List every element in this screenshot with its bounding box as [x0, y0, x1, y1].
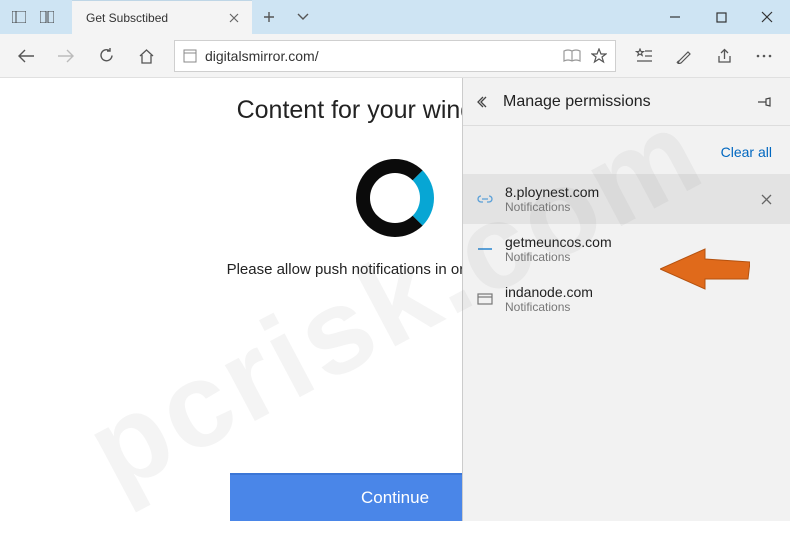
- permission-item[interactable]: getmeuncos.com Notifications: [463, 224, 790, 274]
- address-bar[interactable]: digitalsmirror.com/: [174, 40, 616, 72]
- address-right-icons: [563, 48, 607, 64]
- titlebar-left-buttons: [0, 0, 66, 34]
- permission-text: getmeuncos.com Notifications: [505, 234, 778, 264]
- content-area: Content for your windows 10 Please allow…: [0, 78, 790, 521]
- permission-item[interactable]: 8.ploynest.com Notifications: [463, 174, 790, 224]
- close-tab-icon[interactable]: [226, 10, 242, 26]
- close-window-button[interactable]: [744, 0, 790, 34]
- back-button[interactable]: [8, 38, 44, 74]
- permission-text: 8.ploynest.com Notifications: [505, 184, 744, 214]
- pin-icon[interactable]: [750, 87, 780, 117]
- browser-tab[interactable]: Get Subsctibed: [72, 0, 252, 34]
- panel-back-button[interactable]: [469, 87, 499, 117]
- panel-header: Manage permissions: [463, 78, 790, 126]
- permission-list: 8.ploynest.com Notifications getmeuncos.…: [463, 174, 790, 324]
- minimize-button[interactable]: [652, 0, 698, 34]
- permissions-panel: Manage permissions Clear all 8.ploynest.…: [462, 78, 790, 521]
- sidebar-toggle-icon[interactable]: [6, 5, 32, 29]
- link-icon: [475, 189, 495, 209]
- panel-title: Manage permissions: [503, 93, 750, 111]
- remove-permission-button[interactable]: [754, 187, 778, 211]
- favorites-list-icon[interactable]: [626, 38, 662, 74]
- titlebar-spacer: [320, 0, 652, 34]
- address-text: digitalsmirror.com/: [205, 48, 563, 64]
- panels-toggle-icon[interactable]: [34, 5, 60, 29]
- maximize-button[interactable]: [698, 0, 744, 34]
- home-button[interactable]: [128, 38, 164, 74]
- browser-toolbar: digitalsmirror.com/: [0, 34, 790, 78]
- permission-domain: indanode.com: [505, 284, 778, 300]
- permission-domain: getmeuncos.com: [505, 234, 778, 250]
- permission-item[interactable]: indanode.com Notifications: [463, 274, 790, 324]
- share-icon[interactable]: [706, 38, 742, 74]
- clear-all-link[interactable]: Clear all: [721, 144, 772, 160]
- permission-subtitle: Notifications: [505, 250, 778, 264]
- tab-overflow-icon[interactable]: [286, 0, 320, 34]
- spinner-icon: [356, 159, 434, 237]
- permission-subtitle: Notifications: [505, 200, 744, 214]
- window-titlebar: Get Subsctibed: [0, 0, 790, 34]
- reading-view-icon[interactable]: [563, 49, 581, 63]
- clear-all-row: Clear all: [463, 126, 790, 174]
- notes-icon[interactable]: [666, 38, 702, 74]
- permission-subtitle: Notifications: [505, 300, 778, 314]
- dash-icon: [475, 239, 495, 259]
- favorite-icon[interactable]: [591, 48, 607, 64]
- tab-actions: [252, 0, 320, 34]
- new-tab-button[interactable]: [252, 0, 286, 34]
- window-controls: [652, 0, 790, 34]
- permission-domain: 8.ploynest.com: [505, 184, 744, 200]
- permission-text: indanode.com Notifications: [505, 284, 778, 314]
- more-icon[interactable]: [746, 38, 782, 74]
- tab-title: Get Subsctibed: [86, 11, 218, 25]
- window-icon: [475, 289, 495, 309]
- site-info-icon[interactable]: [183, 49, 197, 63]
- refresh-button[interactable]: [88, 38, 124, 74]
- forward-button[interactable]: [48, 38, 84, 74]
